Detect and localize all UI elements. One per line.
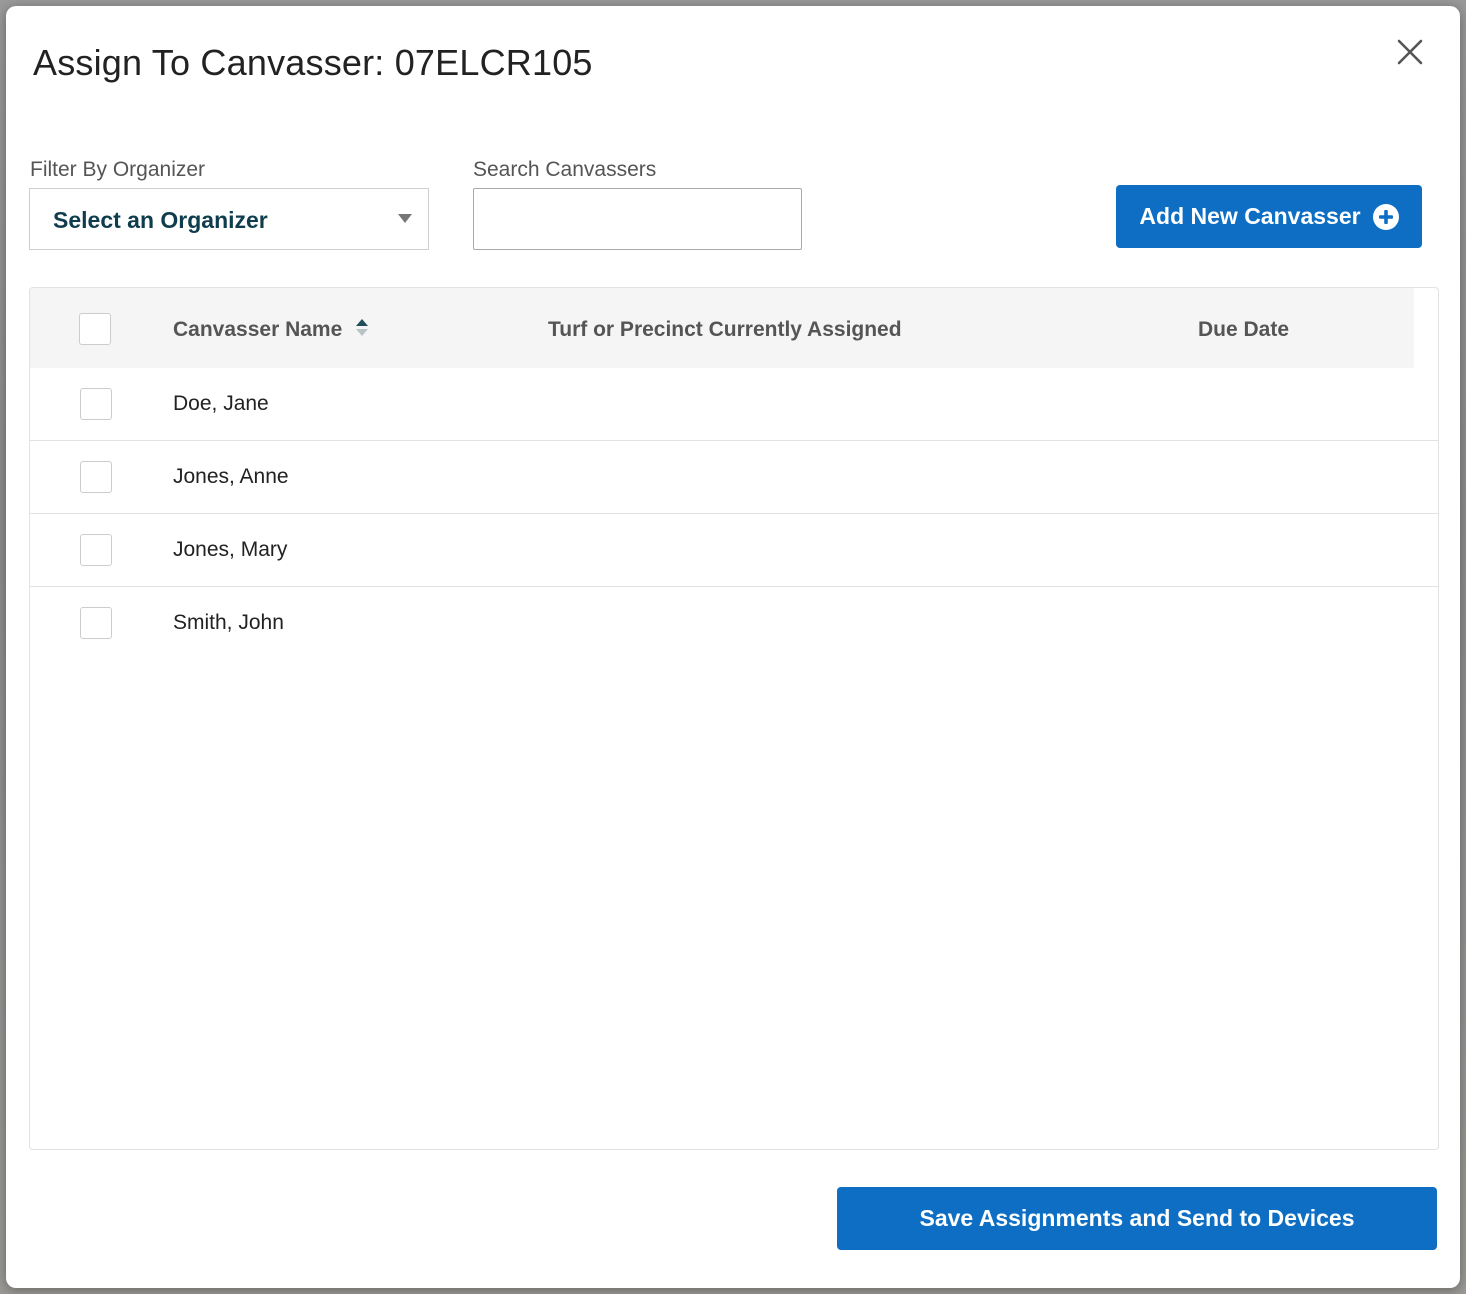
row-checkbox[interactable] bbox=[80, 388, 112, 420]
row-checkbox[interactable] bbox=[80, 461, 112, 493]
column-header-turf[interactable]: Turf or Precinct Currently Assigned bbox=[548, 318, 902, 342]
canvasser-name: Doe, Jane bbox=[173, 392, 269, 415]
search-input[interactable] bbox=[473, 188, 802, 250]
table-header: Canvasser Name Turf or Precinct Currentl… bbox=[30, 288, 1414, 368]
select-all-checkbox[interactable] bbox=[79, 313, 111, 345]
canvasser-table: Canvasser Name Turf or Precinct Currentl… bbox=[29, 287, 1439, 1150]
organizer-select[interactable]: Select an Organizer bbox=[29, 188, 429, 250]
add-new-canvasser-button[interactable]: Add New Canvasser bbox=[1116, 185, 1422, 248]
canvasser-name: Jones, Anne bbox=[173, 465, 289, 488]
table-row[interactable]: Jones, Anne bbox=[30, 441, 1438, 514]
close-icon[interactable] bbox=[1394, 36, 1426, 68]
row-checkbox[interactable] bbox=[80, 607, 112, 639]
table-row[interactable]: Jones, Mary bbox=[30, 514, 1438, 587]
add-new-canvasser-label: Add New Canvasser bbox=[1139, 203, 1361, 229]
canvasser-name: Jones, Mary bbox=[173, 538, 288, 561]
column-header-due-date[interactable]: Due Date bbox=[1198, 318, 1289, 342]
filter-organizer-label: Filter By Organizer bbox=[30, 158, 206, 181]
sort-icon[interactable] bbox=[355, 318, 369, 338]
table-row[interactable]: Smith, John bbox=[30, 587, 1438, 660]
search-canvassers-label: Search Canvassers bbox=[473, 158, 657, 181]
modal-title: Assign To Canvasser: 07ELCR105 bbox=[33, 42, 593, 83]
save-assignments-button[interactable]: Save Assignments and Send to Devices bbox=[837, 1187, 1437, 1250]
column-header-name[interactable]: Canvasser Name bbox=[173, 318, 342, 342]
organizer-select-value: Select an Organizer bbox=[53, 207, 268, 233]
plus-circle-icon bbox=[1372, 203, 1399, 230]
chevron-down-icon bbox=[398, 214, 412, 223]
canvasser-name: Smith, John bbox=[173, 611, 284, 634]
row-checkbox[interactable] bbox=[80, 534, 112, 566]
assign-canvasser-modal: Assign To Canvasser: 07ELCR105 Filter By… bbox=[6, 6, 1460, 1288]
table-row[interactable]: Doe, Jane bbox=[30, 368, 1438, 441]
